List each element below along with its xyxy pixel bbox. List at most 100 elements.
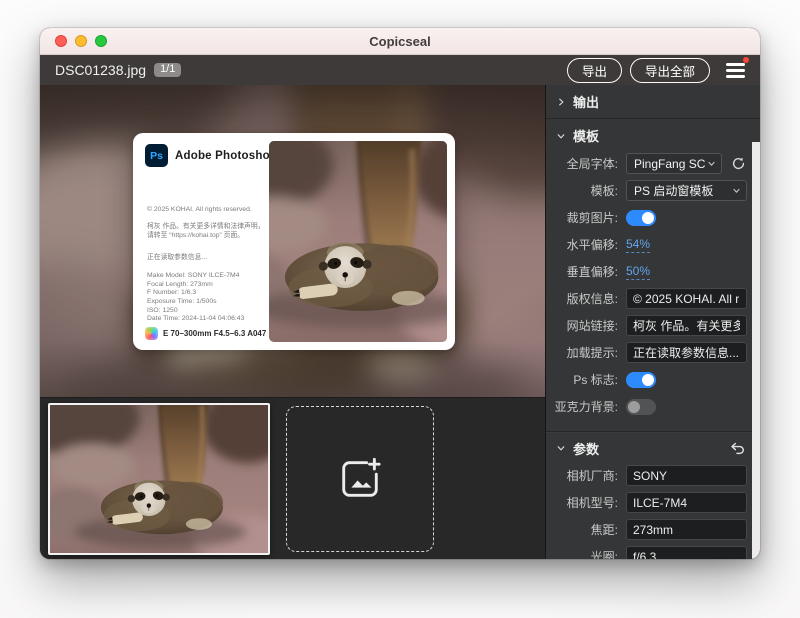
sidebar-scrollbar-track[interactable]	[752, 142, 760, 559]
chevron-right-icon	[556, 97, 566, 107]
toggle-knob	[628, 401, 640, 413]
exif-line: Focal Length: 273mm	[147, 281, 244, 290]
content-area: Ps Adobe Photoshop © 2025 KOHAI. All rig…	[40, 85, 760, 559]
exif-line: F Number: 1/6.3	[147, 289, 244, 298]
form-row-loading: 加载提示:	[552, 342, 747, 363]
card-website-line1: 柯灰 作品。有关更多详情和法律声明，	[147, 223, 264, 232]
preview-canvas[interactable]: Ps Adobe Photoshop © 2025 KOHAI. All rig…	[40, 85, 545, 397]
add-image-dropzone[interactable]	[286, 406, 434, 552]
current-filename: DSC01238.jpg	[55, 62, 146, 78]
zoom-window-button[interactable]	[95, 35, 107, 47]
aperture-input[interactable]	[626, 546, 747, 559]
photo-thumbnail-selected[interactable]	[48, 403, 270, 555]
sync-icon	[731, 156, 746, 171]
add-image-icon	[337, 456, 383, 502]
settings-sidebar: 输出 模板 全局字体: PingFang SC	[545, 85, 760, 559]
panel-header-params[interactable]: 参数	[546, 431, 760, 464]
undo-icon	[729, 441, 746, 455]
form-row-global-font: 全局字体: PingFang SC	[552, 153, 747, 174]
v-offset-value[interactable]: 50%	[626, 264, 650, 280]
form-row-acrylic: 亚克力背景:	[552, 396, 747, 417]
chevron-down-icon	[707, 159, 716, 168]
ps-logo-toggle[interactable]	[626, 372, 656, 388]
global-font-select[interactable]: PingFang SC	[626, 153, 722, 174]
loading-label: 加载提示:	[552, 344, 626, 361]
card-loading-text: 正在读取参数信息...	[147, 254, 207, 263]
exif-line: Exposure Time: 1/500s	[147, 298, 244, 307]
panel-title-template: 模板	[573, 126, 599, 145]
panel-header-output[interactable]: 输出	[546, 85, 760, 118]
form-row-website: 网站链接:	[552, 315, 747, 336]
crop-label: 裁剪图片:	[552, 209, 626, 226]
photoshop-logo-icon: Ps	[145, 144, 168, 167]
card-website-text: 柯灰 作品。有关更多详情和法律声明， 请转至 “https://kohai.to…	[147, 223, 264, 240]
close-window-button[interactable]	[55, 35, 67, 47]
form-row-copyright: 版权信息:	[552, 288, 747, 309]
template-form: 全局字体: PingFang SC	[546, 152, 760, 431]
form-row-template: 模板: PS 启动窗模板	[552, 180, 747, 201]
export-all-button[interactable]: 导出全部	[630, 58, 710, 83]
h-offset-value[interactable]: 54%	[626, 237, 650, 253]
hamburger-bar	[726, 69, 745, 72]
focal-length-input[interactable]	[626, 519, 747, 540]
window-title: Copicseal	[40, 34, 760, 49]
crop-toggle[interactable]	[626, 210, 656, 226]
left-column: Ps Adobe Photoshop © 2025 KOHAI. All rig…	[40, 85, 545, 559]
website-label: 网站链接:	[552, 317, 626, 334]
minimize-window-button[interactable]	[75, 35, 87, 47]
card-photo	[269, 141, 447, 342]
chevron-down-icon	[556, 443, 566, 453]
exif-line: Date Time: 2024-11-04 04:06:43	[147, 315, 244, 324]
focal-length-label: 焦距:	[552, 521, 626, 538]
app-window: Copicseal DSC01238.jpg 1/1 导出 导出全部 Ps	[40, 28, 760, 559]
card-exif-block: Make Model: SONY ILCE-7M4 Focal Length: …	[147, 272, 244, 324]
copyright-label: 版权信息:	[552, 290, 626, 307]
form-row-focal-length: 焦距:	[552, 519, 747, 540]
loading-input[interactable]	[626, 342, 747, 363]
reset-params-button[interactable]	[729, 441, 746, 455]
hamburger-bar	[726, 75, 745, 78]
form-row-crop: 裁剪图片:	[552, 207, 747, 228]
camera-model-label: 相机型号:	[552, 494, 626, 511]
traffic-lights	[55, 35, 107, 47]
global-font-value: PingFang SC	[634, 157, 705, 171]
acrylic-toggle[interactable]	[626, 399, 656, 415]
camera-make-input[interactable]	[626, 465, 747, 486]
exif-line: Make Model: SONY ILCE-7M4	[147, 272, 244, 281]
ps-logo-label: Ps 标志:	[552, 371, 626, 388]
toggle-knob	[642, 212, 654, 224]
form-row-aperture: 光圈:	[552, 546, 747, 559]
watermark-card: Ps Adobe Photoshop © 2025 KOHAI. All rig…	[133, 133, 455, 350]
exif-line: ISO: 1250	[147, 307, 244, 316]
filmstrip	[40, 397, 545, 559]
v-offset-label: 垂直偏移:	[552, 263, 626, 280]
camera-make-label: 相机厂商:	[552, 467, 626, 484]
chevron-down-icon	[556, 131, 566, 141]
panel-title-output: 输出	[573, 92, 599, 111]
hamburger-menu-button[interactable]	[726, 62, 746, 78]
form-row-h-offset: 水平偏移: 54%	[552, 234, 747, 255]
chevron-down-icon	[732, 186, 741, 195]
card-copyright: © 2025 KOHAI. All rights reserved.	[147, 206, 252, 215]
camera-model-input[interactable]	[626, 492, 747, 513]
form-row-ps-logo: Ps 标志:	[552, 369, 747, 390]
refresh-fonts-button[interactable]	[729, 155, 747, 173]
template-select[interactable]: PS 启动窗模板	[626, 180, 747, 201]
card-app-name: Adobe Photoshop	[175, 150, 277, 162]
lens-info-text: E 70–300mm F4.5–6.3 A047	[163, 329, 266, 338]
export-button[interactable]: 导出	[567, 58, 622, 83]
form-row-camera-model: 相机型号:	[552, 492, 747, 513]
toggle-knob	[642, 374, 654, 386]
copyright-input[interactable]	[626, 288, 747, 309]
global-font-label: 全局字体:	[552, 155, 626, 172]
aperture-label: 光圈:	[552, 548, 626, 559]
panel-header-template[interactable]: 模板	[546, 119, 760, 152]
hamburger-bar	[726, 63, 745, 66]
website-input[interactable]	[626, 315, 747, 336]
h-offset-label: 水平偏移:	[552, 236, 626, 253]
form-row-v-offset: 垂直偏移: 50%	[552, 261, 747, 282]
lens-brand-icon	[145, 327, 158, 340]
panel-title-params: 参数	[573, 439, 599, 458]
titlebar: Copicseal	[40, 28, 760, 55]
notification-dot	[743, 57, 749, 63]
